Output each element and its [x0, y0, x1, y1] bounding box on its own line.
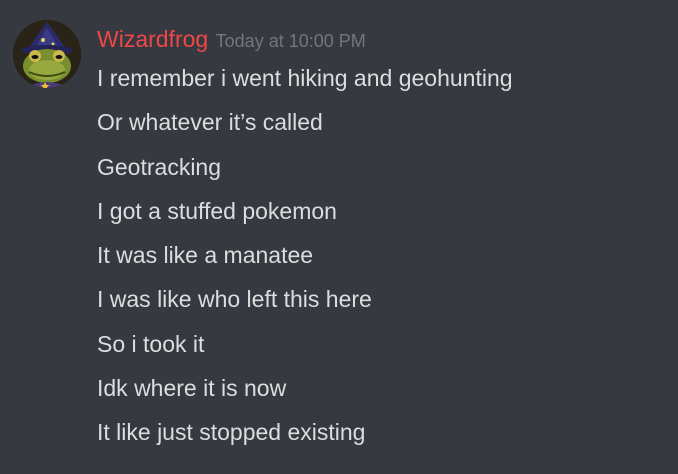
- message-lines: I remember i went hiking and geohunting …: [97, 60, 667, 459]
- message-line: I got a stuffed pokemon: [97, 197, 337, 224]
- message-line: Idk where it is now: [97, 375, 287, 402]
- message-line: It like just stopped existing: [97, 419, 366, 446]
- message-line: I remember i went hiking and geohunting: [97, 65, 513, 91]
- message-line: It was like a manatee: [97, 242, 314, 269]
- wizard-frog-avatar-icon[interactable]: [13, 20, 81, 88]
- message-line: Geotracking: [97, 153, 222, 180]
- message-line: I was like who left this here: [97, 286, 372, 313]
- message-line: So i took it: [97, 330, 205, 357]
- timestamp[interactable]: Today at 10:00 PM: [216, 31, 366, 51]
- message-line: Or whatever it’s called: [97, 109, 323, 136]
- message-header: Wizardfrog Today at 10:00 PM: [97, 22, 366, 56]
- chat-message: Wizardfrog Today at 10:00 PM I remember …: [0, 0, 678, 474]
- username[interactable]: Wizardfrog: [97, 26, 208, 52]
